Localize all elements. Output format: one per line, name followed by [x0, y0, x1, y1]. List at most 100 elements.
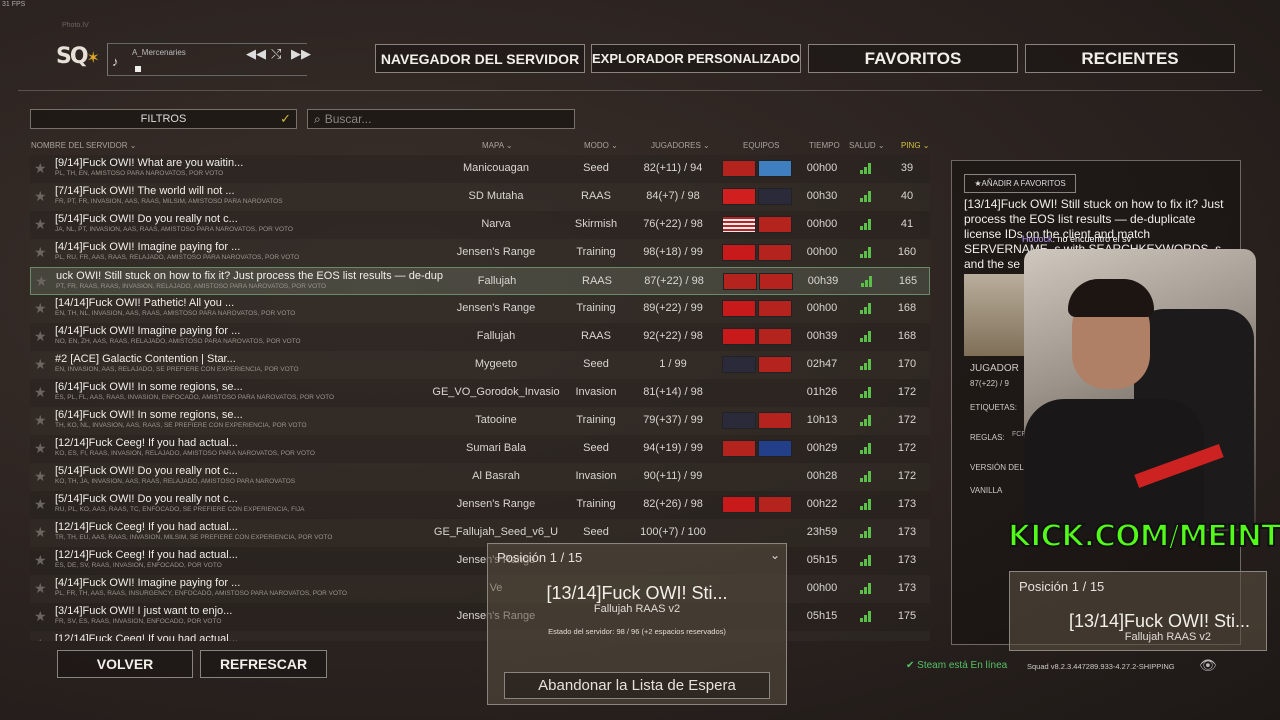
fps-counter: 31 FPS	[2, 1, 26, 8]
tab-server-browser[interactable]: NAVEGADOR DEL SERVIDOR	[375, 44, 585, 73]
server-time: 00h00	[806, 302, 838, 314]
stop-button[interactable]	[135, 66, 141, 72]
refresh-button[interactable]: REFRESCAR	[200, 650, 327, 678]
server-tags: PL, TH, EN, AMISTOSO PARA NAROVATOS, POR…	[55, 170, 224, 177]
favorite-star-icon[interactable]: ★	[34, 552, 47, 569]
table-row[interactable]: ★ [6/14]Fuck OWI! In some regions, se... E…	[30, 379, 930, 407]
table-row[interactable]: ★ [4/14]Fuck OWI! Imagine paying for ... N…	[30, 323, 930, 351]
team-flag-icon	[758, 160, 792, 177]
favorite-star-icon[interactable]: ★	[34, 468, 47, 485]
favorite-star-icon[interactable]: ★	[34, 440, 47, 457]
players-label: JUGADOR	[970, 363, 1019, 374]
table-row[interactable]: ★ [3/14]Fuck OWI! I just want to enjo... F…	[30, 603, 930, 631]
signal-health-icon	[860, 499, 872, 510]
table-row[interactable]: ★ [7/14]Fuck OWI! The world will not ... F…	[30, 183, 930, 211]
team-flag-icon	[722, 244, 756, 261]
favorite-star-icon[interactable]: ★	[34, 496, 47, 513]
search-input[interactable]: ⌕ Buscar...	[307, 109, 575, 129]
server-tags: FR, PT, FR, INVASION, AAS, RAAS, MILSIM,…	[55, 198, 283, 205]
table-row[interactable]: ★ [9/14]Fuck OWI! What are you waitin... P…	[30, 155, 930, 183]
table-row[interactable]: ★ uck OWI! Still stuck on how to fix it? …	[30, 267, 930, 295]
signal-health-icon	[860, 163, 872, 174]
favorite-star-icon[interactable]: ★	[34, 216, 47, 233]
table-row[interactable]: ★ [4/14]Fuck OWI! Imagine paying for ... P…	[30, 239, 930, 267]
favorite-star-icon[interactable]: ★	[34, 160, 47, 177]
column-header-map[interactable]: MAPA ⌄	[482, 141, 513, 150]
tags-label: ETIQUETAS:	[970, 403, 1017, 412]
server-name: [4/14]Fuck OWI! Imagine paying for ...	[55, 577, 241, 589]
chat-message: Hooock: no encuentro el sv	[1022, 234, 1132, 244]
leave-queue-button[interactable]: Abandonar la Lista de Espera	[504, 672, 770, 699]
table-row[interactable]: ★ [12/14]Fuck Ceeg! If you had actual... T…	[30, 519, 930, 547]
table-row[interactable]: ★ [5/14]Fuck OWI! Do you really not c... R…	[30, 491, 930, 519]
server-time: 00h00	[806, 162, 838, 174]
favorite-star-icon[interactable]: ★	[34, 636, 47, 641]
tab-favorites[interactable]: FAVORITOS	[808, 44, 1018, 73]
server-tags: PL, RU, FR, AAS, RAAS, RELAJADO, AMISTOS…	[55, 254, 300, 261]
table-row[interactable]: ★ [12/14]Fuck Ceeg! If you had actual...	[30, 631, 930, 641]
favorite-star-icon[interactable]: ★	[34, 300, 47, 317]
favorite-star-icon[interactable]: ★	[34, 608, 47, 625]
table-row[interactable]: ★ [12/14]Fuck Ceeg! If you had actual... E…	[30, 547, 930, 575]
favorite-star-icon[interactable]: ★	[34, 244, 47, 261]
favorite-star-icon[interactable]: ★	[34, 384, 47, 401]
server-map: Tatooine	[475, 414, 517, 426]
favorite-star-icon[interactable]: ★	[34, 524, 47, 541]
column-header-teams[interactable]: EQUIPOS	[743, 141, 779, 150]
server-name: #2 [ACE] Galactic Contention | Star...	[55, 353, 236, 365]
back-button[interactable]: VOLVER	[57, 650, 193, 678]
column-header-health[interactable]: SALUD ⌄	[849, 141, 885, 150]
table-row[interactable]: ★ [4/14]Fuck OWI! Imagine paying for ... P…	[30, 575, 930, 603]
server-name: [12/14]Fuck Ceeg! If you had actual...	[55, 521, 238, 533]
next-track-icon[interactable]: ▶▶	[291, 46, 311, 62]
table-row[interactable]: ★ [5/14]Fuck OWI! Do you really not c... K…	[30, 463, 930, 491]
server-players: 94(+19) / 99	[643, 442, 703, 454]
column-header-mode[interactable]: MODO ⌄	[584, 141, 618, 150]
column-header-players[interactable]: JUGADORES ⌄	[651, 141, 710, 150]
mini-queue-server-sub: Fallujah RAAS v2	[1124, 631, 1211, 643]
add-to-favorites-button[interactable]: ★ AÑADIR A FAVORITOS	[964, 174, 1076, 193]
server-tags: JA, NL, PT, INVASION, AAS, RAAS, AMISTOS…	[55, 226, 293, 233]
server-name: [7/14]Fuck OWI! The world will not ...	[55, 185, 235, 197]
table-row[interactable]: ★ [12/14]Fuck Ceeg! If you had actual... K…	[30, 435, 930, 463]
table-row[interactable]: ★ [14/14]Fuck OWI! Pathetic! All you ... E…	[30, 295, 930, 323]
webcam-overlay	[1024, 249, 1256, 531]
filters-button[interactable]: FILTROS ✓	[30, 109, 297, 129]
server-players: 82(+11) / 94	[643, 162, 703, 174]
server-time: 10h13	[806, 414, 838, 426]
server-name: [5/14]Fuck OWI! Do you really not c...	[55, 493, 238, 505]
signal-health-icon	[860, 387, 872, 398]
favorite-star-icon[interactable]: ★	[34, 356, 47, 373]
favorite-star-icon[interactable]: ★	[34, 412, 47, 429]
column-header-name[interactable]: NOMBRE DEL SERVIDOR ⌄	[31, 141, 136, 150]
tab-recent[interactable]: RECIENTES	[1025, 44, 1235, 73]
table-row[interactable]: ★ #2 [ACE] Galactic Contention | Star... E…	[30, 351, 930, 379]
queue-server-sub: Fallujah RAAS v2	[593, 603, 681, 615]
column-header-time[interactable]: TIEMPO	[809, 141, 840, 150]
server-tags: EN, TH, NL, INVASION, AAS, RAAS, AMISTOS…	[55, 310, 296, 317]
column-header-ping[interactable]: PING ⌄	[901, 141, 930, 150]
hair	[1068, 279, 1154, 317]
team-flag-icon	[758, 188, 792, 205]
eye-icon[interactable]: 👁	[1199, 657, 1217, 674]
tab-custom-browser[interactable]: EXPLORADOR PERSONALIZADO	[591, 44, 801, 73]
server-ping: 173	[897, 554, 917, 566]
favorite-star-icon[interactable]: ★	[34, 580, 47, 597]
shuffle-icon[interactable]: ⤭	[271, 46, 281, 62]
server-ping: 175	[897, 610, 917, 622]
favorite-star-icon[interactable]: ★	[35, 273, 48, 290]
team-flag-icon	[722, 440, 756, 457]
favorite-star-icon[interactable]: ★	[34, 328, 47, 345]
server-players: 89(+22) / 99	[643, 302, 703, 314]
favorite-star-icon[interactable]: ★	[34, 188, 47, 205]
table-row[interactable]: ★ [5/14]Fuck OWI! Do you really not c... J…	[30, 211, 930, 239]
server-ping: 172	[897, 470, 917, 482]
chevron-down-icon[interactable]: ⌄	[770, 548, 780, 562]
team-flag-icon	[758, 328, 792, 345]
table-row[interactable]: ★ [6/14]Fuck OWI! In some regions, se... T…	[30, 407, 930, 435]
vanilla-label: VANILLA	[970, 486, 1003, 495]
server-name: [12/14]Fuck Ceeg! If you had actual...	[55, 633, 238, 641]
server-time: 00h39	[806, 330, 838, 342]
previous-track-icon[interactable]: ◀◀	[246, 46, 266, 62]
server-players: 98(+18) / 99	[643, 246, 703, 258]
